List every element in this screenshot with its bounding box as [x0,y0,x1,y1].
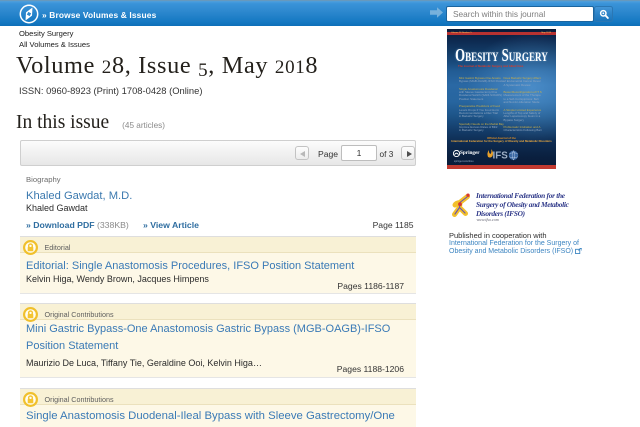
svg-text:IFS: IFS [493,151,509,162]
